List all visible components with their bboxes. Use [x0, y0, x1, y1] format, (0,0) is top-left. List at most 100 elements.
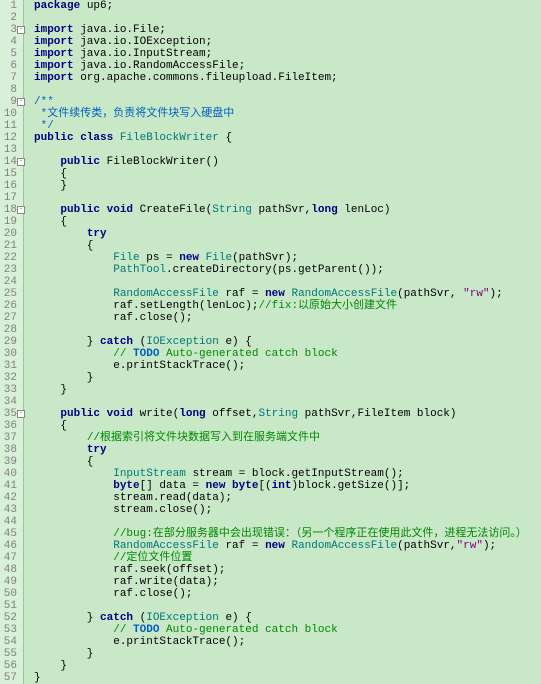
line-number: 44	[0, 516, 17, 528]
code-line[interactable]: RandomAccessFile raf = new RandomAccessF…	[34, 288, 541, 300]
line-number: 34	[0, 396, 17, 408]
code-line[interactable]: e.printStackTrace();	[34, 636, 541, 648]
code-line[interactable]	[34, 144, 541, 156]
line-number: 20	[0, 228, 17, 240]
code-line[interactable]: {	[34, 216, 541, 228]
code-line[interactable]: // TODO Auto-generated catch block	[34, 348, 541, 360]
line-number: 7	[0, 72, 17, 84]
code-line[interactable]: package up6;	[34, 0, 541, 12]
line-number: 19	[0, 216, 17, 228]
code-line[interactable]	[34, 324, 541, 336]
code-line[interactable]: stream.read(data);	[34, 492, 541, 504]
line-number: 2	[0, 12, 17, 24]
line-number: 56	[0, 660, 17, 672]
fold-icon[interactable]: -	[17, 410, 25, 418]
code-line[interactable]: raf.write(data);	[34, 576, 541, 588]
code-line[interactable]: *文件续传类，负责将文件块写入硬盘中	[34, 108, 541, 120]
code-line[interactable]: import java.io.RandomAccessFile;	[34, 60, 541, 72]
line-number: 23	[0, 264, 17, 276]
line-number: 21	[0, 240, 17, 252]
line-number: 28	[0, 324, 17, 336]
line-number: 1	[0, 0, 17, 12]
code-line[interactable]: public FileBlockWriter()	[34, 156, 541, 168]
code-line[interactable]	[34, 600, 541, 612]
code-line[interactable]: raf.seek(offset);	[34, 564, 541, 576]
line-number: 40	[0, 468, 17, 480]
code-line[interactable]: }	[34, 180, 541, 192]
code-line[interactable]: raf.close();	[34, 588, 541, 600]
code-line[interactable]: }	[34, 660, 541, 672]
line-number: 47	[0, 552, 17, 564]
fold-icon[interactable]: -	[17, 158, 25, 166]
code-line[interactable]: //bug:在部分服务器中会出现错误：（另一个程序正在使用此文件，进程无法访问。…	[34, 528, 541, 540]
code-line[interactable]: public void write(long offset,String pat…	[34, 408, 541, 420]
line-number: 9-	[0, 96, 17, 108]
line-number: 57	[0, 672, 17, 684]
line-number: 48	[0, 564, 17, 576]
code-line[interactable]: PathTool.createDirectory(ps.getParent())…	[34, 264, 541, 276]
code-line[interactable]: File ps = new File(pathSvr);	[34, 252, 541, 264]
code-line[interactable]: /**	[34, 96, 541, 108]
line-number: 55	[0, 648, 17, 660]
code-line[interactable]	[34, 516, 541, 528]
code-line[interactable]: try	[34, 444, 541, 456]
code-line[interactable]: byte[] data = new byte[(int)block.getSiz…	[34, 480, 541, 492]
code-line[interactable]: import java.io.File;	[34, 24, 541, 36]
code-line[interactable]: InputStream stream = block.getInputStrea…	[34, 468, 541, 480]
code-line[interactable]: {	[34, 168, 541, 180]
code-editor: 123-456789-1011121314-15161718-192021222…	[0, 0, 541, 684]
line-number: 37	[0, 432, 17, 444]
line-number: 45	[0, 528, 17, 540]
code-line[interactable]: }	[34, 372, 541, 384]
line-number: 29	[0, 336, 17, 348]
code-line[interactable]	[34, 12, 541, 24]
line-number: 38	[0, 444, 17, 456]
line-number: 5	[0, 48, 17, 60]
line-gutter: 123-456789-1011121314-15161718-192021222…	[0, 0, 24, 684]
line-number: 15	[0, 168, 17, 180]
code-line[interactable]	[34, 396, 541, 408]
fold-icon[interactable]: -	[17, 98, 25, 106]
code-line[interactable]: raf.close();	[34, 312, 541, 324]
code-line[interactable]: {	[34, 456, 541, 468]
line-number: 30	[0, 348, 17, 360]
line-number: 12	[0, 132, 17, 144]
code-line[interactable]: RandomAccessFile raf = new RandomAccessF…	[34, 540, 541, 552]
code-line[interactable]: }	[34, 672, 541, 684]
fold-icon[interactable]: -	[17, 206, 25, 214]
code-line[interactable]: //定位文件位置	[34, 552, 541, 564]
line-number: 18-	[0, 204, 17, 216]
code-line[interactable]	[34, 84, 541, 96]
code-area[interactable]: package up6;import java.io.File;import j…	[24, 0, 541, 684]
line-number: 4	[0, 36, 17, 48]
code-line[interactable]: } catch (IOException e) {	[34, 612, 541, 624]
code-line[interactable]: try	[34, 228, 541, 240]
code-line[interactable]: }	[34, 648, 541, 660]
code-line[interactable]: e.printStackTrace();	[34, 360, 541, 372]
code-line[interactable]: // TODO Auto-generated catch block	[34, 624, 541, 636]
code-line[interactable]: public class FileBlockWriter {	[34, 132, 541, 144]
code-line[interactable]: } catch (IOException e) {	[34, 336, 541, 348]
line-number: 36	[0, 420, 17, 432]
code-line[interactable]: import java.io.IOException;	[34, 36, 541, 48]
code-line[interactable]: */	[34, 120, 541, 132]
code-line[interactable]	[34, 192, 541, 204]
line-number: 24	[0, 276, 17, 288]
line-number: 32	[0, 372, 17, 384]
line-number: 16	[0, 180, 17, 192]
code-line[interactable]: //根据索引将文件块数据写入到在服务端文件中	[34, 432, 541, 444]
code-line[interactable]: import org.apache.commons.fileupload.Fil…	[34, 72, 541, 84]
line-number: 11	[0, 120, 17, 132]
code-line[interactable]: {	[34, 240, 541, 252]
code-line[interactable]	[34, 276, 541, 288]
code-line[interactable]: }	[34, 384, 541, 396]
line-number: 43	[0, 504, 17, 516]
code-line[interactable]: public void CreateFile(String pathSvr,lo…	[34, 204, 541, 216]
fold-icon[interactable]: -	[17, 26, 25, 34]
code-line[interactable]: {	[34, 420, 541, 432]
line-number: 26	[0, 300, 17, 312]
line-number: 41	[0, 480, 17, 492]
code-line[interactable]: stream.close();	[34, 504, 541, 516]
code-line[interactable]: raf.setLength(lenLoc);//fix:以原始大小创建文件	[34, 300, 541, 312]
code-line[interactable]: import java.io.InputStream;	[34, 48, 541, 60]
